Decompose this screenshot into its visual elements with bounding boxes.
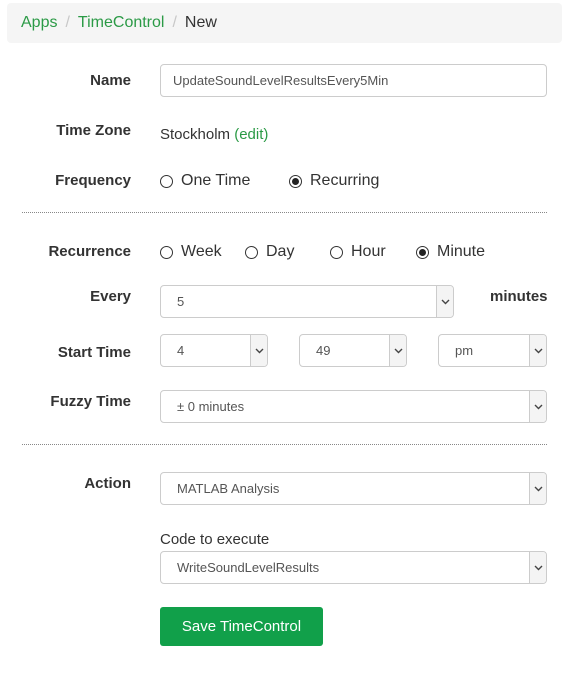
radio-label: Minute bbox=[437, 243, 486, 260]
radio-label: Recurring bbox=[310, 172, 380, 189]
radio-label: Day bbox=[266, 243, 295, 260]
start-time-label: Start Time bbox=[57, 344, 131, 361]
every-select[interactable]: 5 bbox=[160, 285, 454, 318]
action-label: Action bbox=[84, 475, 131, 492]
recurrence-hour-radio[interactable]: Hour bbox=[330, 243, 386, 261]
time-zone-value: Stockholm (edit) bbox=[160, 126, 268, 143]
frequency-one-time-radio[interactable]: One Time bbox=[160, 172, 250, 190]
recurrence-minute-radio[interactable]: Minute bbox=[416, 243, 485, 261]
chevron-down-icon bbox=[250, 335, 267, 366]
breadcrumb-timecontrol-link[interactable]: TimeControl bbox=[78, 14, 165, 32]
name-label: Name bbox=[90, 72, 131, 89]
every-select-value: 5 bbox=[177, 294, 185, 309]
radio-button-icon bbox=[245, 245, 258, 259]
time-zone-edit-paren-close: ) bbox=[263, 126, 269, 143]
start-time-hour-select[interactable]: 4 bbox=[160, 334, 268, 367]
radio-button-selected-icon bbox=[289, 174, 302, 188]
chevron-down-icon bbox=[436, 286, 453, 317]
section-divider bbox=[22, 444, 547, 445]
frequency-recurring-radio[interactable]: Recurring bbox=[289, 172, 379, 190]
code-to-execute-label: Code to execute bbox=[160, 531, 270, 548]
code-to-execute-select[interactable]: WriteSoundLevelResults bbox=[160, 551, 547, 584]
recurrence-week-radio[interactable]: Week bbox=[160, 243, 222, 261]
recurrence-label: Recurrence bbox=[48, 243, 131, 260]
save-timecontrol-button[interactable]: Save TimeControl bbox=[160, 607, 323, 646]
breadcrumb-current: New bbox=[184, 14, 217, 31]
action-select-value: MATLAB Analysis bbox=[177, 481, 280, 496]
radio-button-icon bbox=[330, 245, 343, 259]
time-zone-name: Stockholm bbox=[160, 126, 231, 143]
every-label: Every bbox=[90, 288, 131, 305]
action-select[interactable]: MATLAB Analysis bbox=[160, 472, 547, 505]
radio-label: Week bbox=[181, 243, 222, 260]
name-input[interactable]: UpdateSoundLevelResultsEvery5Min bbox=[160, 64, 547, 97]
chevron-down-icon bbox=[529, 552, 546, 583]
radio-label: Hour bbox=[351, 243, 386, 260]
breadcrumb-apps-link[interactable]: Apps bbox=[21, 14, 57, 32]
breadcrumb-separator: / bbox=[172, 14, 177, 31]
radio-button-selected-icon bbox=[416, 245, 429, 259]
frequency-label: Frequency bbox=[55, 172, 131, 189]
fuzzy-time-select[interactable]: ± 0 minutes bbox=[160, 390, 547, 423]
time-zone-edit-link[interactable]: edit bbox=[239, 126, 263, 143]
start-time-period-select[interactable]: pm bbox=[438, 334, 547, 367]
chevron-down-icon bbox=[529, 473, 546, 504]
start-time-minute-select[interactable]: 49 bbox=[299, 334, 407, 367]
breadcrumb: Apps / TimeControl / New bbox=[7, 3, 562, 43]
section-divider bbox=[22, 212, 547, 213]
chevron-down-icon bbox=[389, 335, 406, 366]
time-zone-label: Time Zone bbox=[56, 122, 131, 139]
fuzzy-time-label: Fuzzy Time bbox=[50, 393, 131, 410]
chevron-down-icon bbox=[529, 335, 546, 366]
fuzzy-time-value: ± 0 minutes bbox=[177, 399, 245, 414]
recurrence-day-radio[interactable]: Day bbox=[245, 243, 294, 261]
radio-label: One Time bbox=[181, 172, 251, 189]
every-unit-label: minutes bbox=[490, 288, 548, 305]
radio-button-icon bbox=[160, 245, 173, 259]
name-input-value: UpdateSoundLevelResultsEvery5Min bbox=[173, 73, 389, 88]
breadcrumb-separator: / bbox=[65, 14, 70, 31]
time-zone-edit-paren-open: ( bbox=[230, 126, 240, 143]
chevron-down-icon bbox=[529, 391, 546, 422]
code-to-execute-value: WriteSoundLevelResults bbox=[177, 560, 320, 575]
radio-button-icon bbox=[160, 174, 173, 188]
